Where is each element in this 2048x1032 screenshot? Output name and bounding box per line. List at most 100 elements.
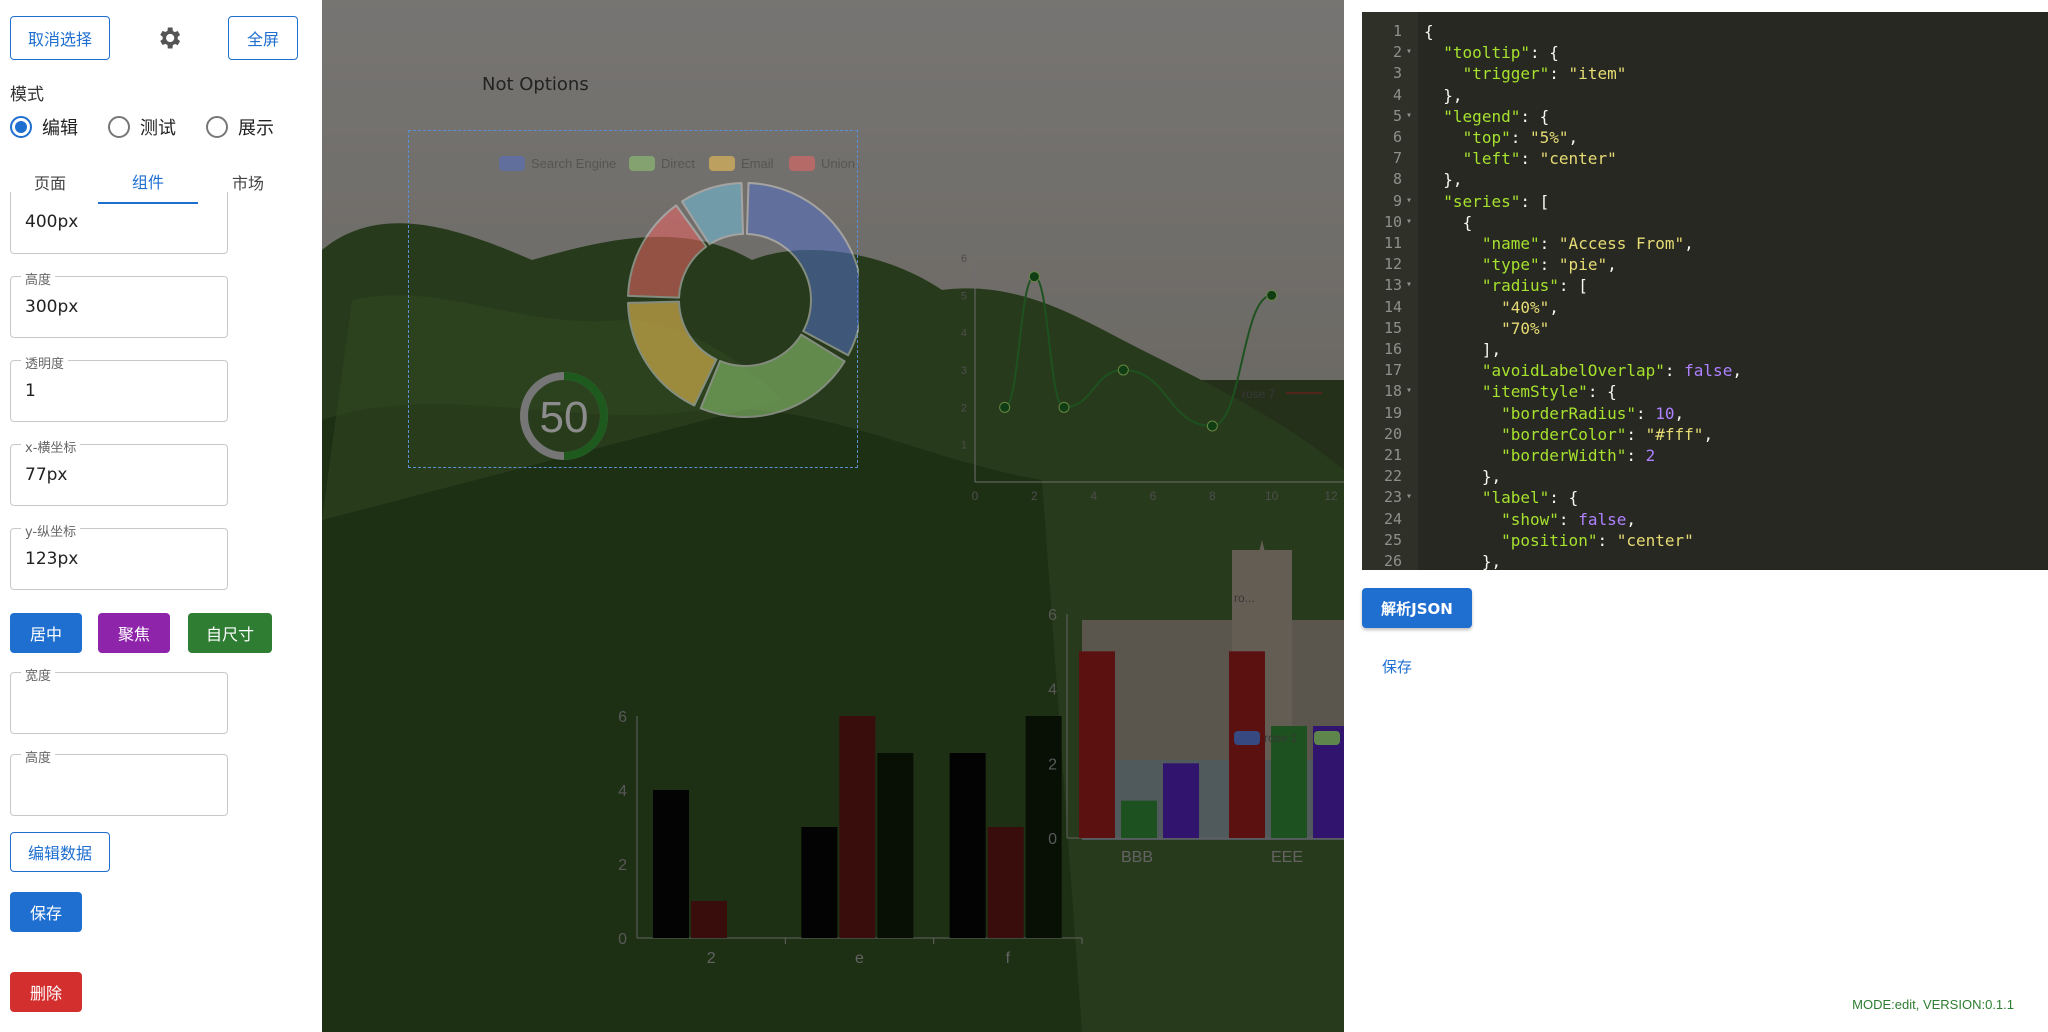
save-button[interactable]: 保存 [10,892,82,932]
line-number: 3 [1392,64,1402,83]
pie-legend-label: Email [741,156,774,171]
mode-radio-display[interactable]: 展示 [206,114,274,140]
code-line: "position": "center" [1501,530,1694,550]
deselect-button[interactable]: 取消选择 [10,16,110,60]
code-line: "40%", [1501,297,1559,317]
code-line: ], [1481,340,1502,359]
mode-radio-group: 编辑 测试 展示 [10,115,304,139]
center-button[interactable]: 居中 [10,613,82,653]
code-line: "top": "5%", [1462,128,1579,147]
line-number: 2 [1392,43,1402,62]
width-field[interactable]: 400px [10,192,228,254]
selected-component-frame[interactable]: Search EngineDirectEmailUnion AdsVideo A… [408,130,859,469]
code-line: "legend": { [1443,106,1550,126]
pie-slice [699,333,846,418]
x-coordinate-field[interactable]: x-横坐标 77px [10,437,228,506]
line-number: 13 [1383,276,1402,295]
code-line: "type": "pie", [1481,255,1617,275]
pie-legend-label: Search Engine [531,156,616,171]
code-line: "trigger": "item" [1462,64,1627,84]
fold-arrow-icon[interactable]: ▾ [1406,491,1412,502]
opacity-field[interactable]: 透明度 1 [10,353,228,422]
code-line: { [1462,212,1473,232]
autosize-button[interactable]: 自尺寸 [188,613,272,653]
left-panel: 取消选择 全屏 模式 编辑 测试 展示 页面 组件 市场 400px 高度 30… [0,0,322,1032]
line-number: 6 [1392,128,1402,146]
line-number: 4 [1392,85,1402,104]
right-panel: 1 2 ▾ 3 4 5 ▾ 6 7 8 9 ▾ 10 ▾ 11 12 13 ▾ 14 15 16 17 18 ▾ 19 20 21 2… [1344,0,2048,1032]
line-number: 9 [1392,191,1402,210]
code-line: }, [1443,170,1463,190]
line-number: 14 [1383,297,1402,316]
pie-legend-swatch [499,156,525,171]
code-line: "show": false, [1501,509,1637,529]
code-line: "radius": [ [1481,276,1588,296]
fold-arrow-icon[interactable]: ▾ [1406,216,1412,227]
line-number: 12 [1383,255,1402,274]
mode-label: 模式 [10,85,44,105]
focus-button[interactable]: 聚焦 [98,613,170,653]
fold-arrow-icon[interactable]: ▾ [1406,279,1412,290]
fold-arrow-icon[interactable]: ▾ [1406,110,1412,121]
line-number: 22 [1383,467,1402,486]
code-line: "borderRadius": 10, [1501,403,1685,423]
code-line: "borderColor": "#fff", [1501,424,1714,444]
code-line: }, [1443,85,1463,105]
line-number: 7 [1392,149,1402,168]
fold-arrow-icon[interactable]: ▾ [1406,385,1412,396]
line-number: 16 [1383,340,1402,358]
pie-legend-swatch [789,156,815,171]
line-number: 17 [1383,361,1402,380]
gear-icon[interactable] [155,24,183,52]
pie-slice [627,300,718,407]
fullscreen-button[interactable]: 全屏 [228,16,298,60]
pie-chart-selected[interactable]: Search EngineDirectEmailUnion AdsVideo A… [409,131,859,469]
pie-slice [745,182,859,357]
line-number: 11 [1383,234,1402,252]
line-number: 1 [1392,22,1402,40]
line-number: 26 [1383,552,1402,570]
not-options-label: Not Options [482,74,589,95]
status-text: MODE:edit, VERSION:0.1.1 [1852,997,2014,1012]
code-line: "name": "Access From", [1481,234,1694,253]
line-number: 19 [1383,403,1402,422]
radio-unchecked-icon [108,116,130,138]
line-number: 10 [1383,212,1402,231]
code-line: { [1424,22,1434,41]
pie-legend-label: Union Ads [821,156,859,171]
mode-radio-edit[interactable]: 编辑 [10,114,78,140]
code-line: "70%" [1501,318,1550,338]
code-line: "borderWidth": 2 [1501,446,1656,465]
code-line: "series": [ [1443,191,1550,211]
line-number: 15 [1383,318,1402,337]
height-field[interactable]: 高度 300px [10,269,228,338]
edit-data-button[interactable]: 编辑数据 [10,832,110,872]
line-number: 8 [1392,170,1402,189]
fold-arrow-icon[interactable]: ▾ [1406,46,1412,57]
line-number: 25 [1383,530,1402,549]
width-field-2[interactable]: 宽度 [10,665,228,734]
line-number: 18 [1383,382,1402,401]
y-coordinate-field[interactable]: y-纵坐标 123px [10,521,228,590]
line-number: 21 [1383,446,1402,464]
radio-unchecked-icon [206,116,228,138]
delete-button[interactable]: 删除 [10,972,82,1012]
save-link[interactable]: 保存 [1382,656,1412,677]
code-line: "tooltip": { [1443,43,1559,63]
radio-checked-icon [10,116,32,138]
fold-arrow-icon[interactable]: ▾ [1406,195,1412,206]
line-number: 20 [1383,424,1402,443]
line-number: 24 [1383,509,1402,528]
json-editor[interactable]: 1 2 ▾ 3 4 5 ▾ 6 7 8 9 ▾ 10 ▾ 11 12 13 ▾ 14 15 16 17 18 ▾ 19 20 21 2… [1362,12,2048,570]
pie-legend-swatch [709,156,735,171]
code-line: "avoidLabelOverlap": false, [1481,361,1742,381]
parse-json-button[interactable]: 解析JSON [1362,588,1472,628]
height-field-2[interactable]: 高度 [10,747,228,816]
code-line: "itemStyle": { [1481,382,1617,402]
pie-legend-label: Direct [661,156,695,171]
mode-radio-test[interactable]: 测试 [108,114,176,140]
code-line: "label": { [1481,488,1579,508]
code-line: }, [1481,467,1502,487]
pie-legend-swatch [629,156,655,171]
design-canvas[interactable]: 1 2 3 4 5 6 0 2 4 6 8 10 12 rose 7 02462ef 0 2 4 6 BBB EEE… [322,0,1344,1032]
